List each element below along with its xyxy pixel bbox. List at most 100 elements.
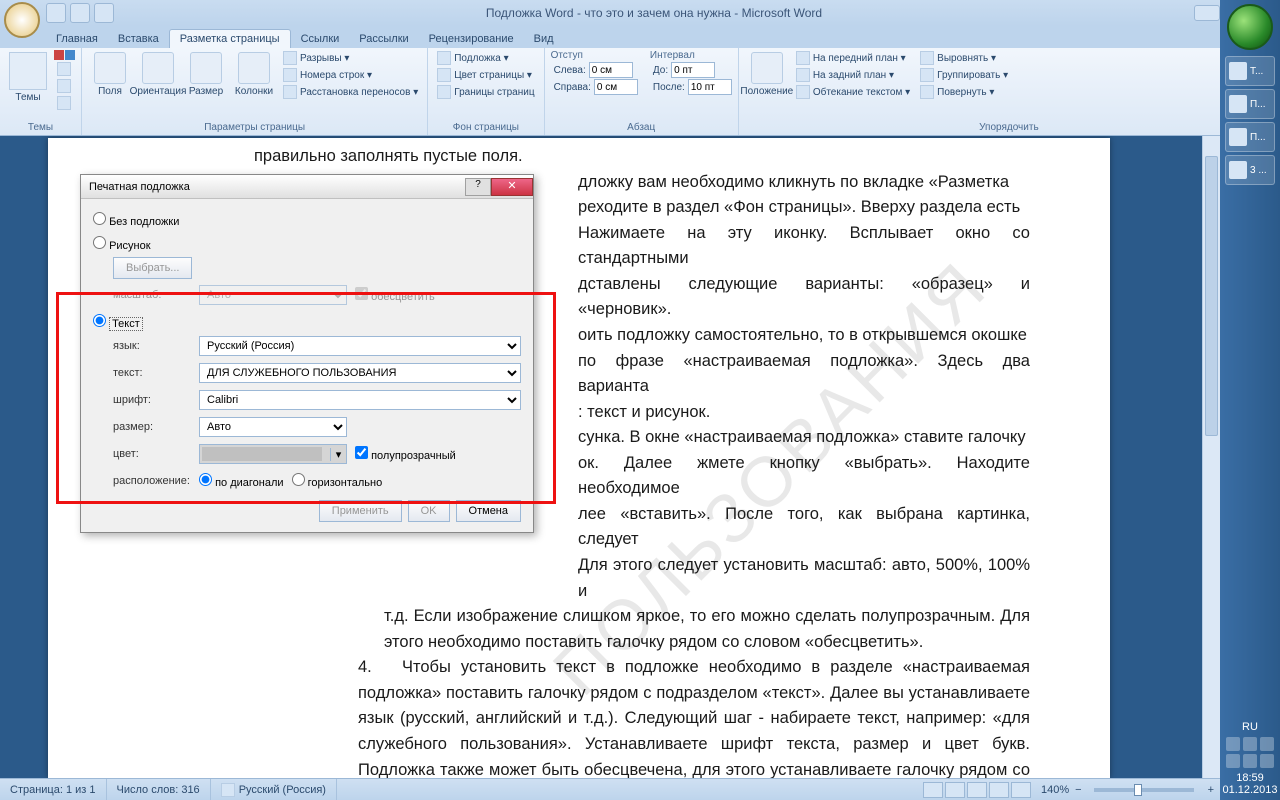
tray-icon[interactable]: [1260, 754, 1274, 768]
view-print-layout[interactable]: [923, 782, 943, 798]
tray-icon[interactable]: [1226, 737, 1240, 751]
view-draft[interactable]: [1011, 782, 1031, 798]
watermark-dialog: Печатная подложка ? ✕ Без подложки Рисун…: [80, 174, 534, 533]
group-button[interactable]: Группировать ▾: [917, 67, 1011, 83]
semitransparent-checkbox[interactable]: полупрозрачный: [355, 446, 456, 462]
clock[interactable]: 18:59 01.12.2013: [1222, 768, 1277, 800]
hyphenation-icon: [283, 85, 297, 99]
dialog-titlebar[interactable]: Печатная подложка ? ✕: [81, 175, 533, 199]
tab-insert[interactable]: Вставка: [108, 30, 169, 48]
orientation-icon: [142, 52, 174, 84]
theme-colors[interactable]: [54, 61, 75, 77]
text-wrap-button[interactable]: Обтекание текстом ▾: [793, 84, 913, 100]
tray-icon[interactable]: [1243, 754, 1257, 768]
rotate-button[interactable]: Повернуть ▾: [917, 84, 1011, 100]
indent-right-input[interactable]: [594, 79, 638, 95]
spacing-title: Интервал: [650, 50, 732, 61]
zoom-level[interactable]: 140%: [1041, 784, 1069, 796]
radio-text[interactable]: Текст: [93, 314, 143, 330]
radio-diagonal[interactable]: по диагонали: [199, 473, 284, 489]
group-icon: [920, 68, 934, 82]
columns-button[interactable]: Колонки: [232, 50, 276, 97]
margins-button[interactable]: Поля: [88, 50, 132, 97]
tray-icon[interactable]: [1243, 737, 1257, 751]
minimize-button[interactable]: [1194, 5, 1220, 21]
spellcheck-icon: [221, 783, 235, 797]
office-button[interactable]: [4, 2, 40, 38]
language-select[interactable]: Русский (Россия): [199, 336, 521, 356]
effects-icon: [57, 96, 71, 110]
text-select[interactable]: ДЛЯ СЛУЖЕБНОГО ПОЛЬЗОВАНИЯ: [199, 363, 521, 383]
start-button[interactable]: [1227, 4, 1273, 50]
space-after-input[interactable]: [688, 79, 732, 95]
send-back-button[interactable]: На задний план ▾: [793, 67, 913, 83]
zoom-in[interactable]: +: [1202, 784, 1220, 796]
theme-fonts[interactable]: [54, 78, 75, 94]
indent-title: Отступ: [551, 50, 638, 61]
view-outline[interactable]: [989, 782, 1009, 798]
tab-home[interactable]: Главная: [46, 30, 108, 48]
align-button[interactable]: Выровнять ▾: [917, 50, 1011, 66]
status-word-count[interactable]: Число слов: 316: [107, 779, 211, 800]
cancel-button[interactable]: Отмена: [456, 500, 521, 522]
language-indicator[interactable]: RU: [1242, 721, 1258, 733]
theme-effects[interactable]: [54, 95, 75, 111]
dialog-help-button[interactable]: ?: [465, 178, 491, 196]
radio-no-watermark[interactable]: Без подложки: [93, 212, 179, 228]
orientation-button[interactable]: Ориентация: [136, 50, 180, 97]
space-before-input[interactable]: [671, 62, 715, 78]
tab-page-layout[interactable]: Разметка страницы: [169, 29, 291, 48]
tab-mailings[interactable]: Рассылки: [349, 30, 418, 48]
position-icon: [751, 52, 783, 84]
taskbar-item[interactable]: П...: [1225, 89, 1275, 119]
zoom-out[interactable]: −: [1071, 784, 1085, 796]
colors-icon: [57, 62, 71, 76]
page-borders-button[interactable]: Границы страниц: [434, 84, 537, 100]
font-select[interactable]: Calibri: [199, 390, 521, 410]
page-color-button[interactable]: Цвет страницы ▾: [434, 67, 537, 83]
view-full-screen[interactable]: [945, 782, 965, 798]
dialog-close-button[interactable]: ✕: [491, 178, 533, 196]
taskbar-item[interactable]: Т...: [1225, 56, 1275, 86]
radio-picture[interactable]: Рисунок: [93, 236, 151, 252]
redo-icon[interactable]: [94, 3, 114, 23]
hyphenation-button[interactable]: Расстановка переносов ▾: [280, 84, 421, 100]
status-page[interactable]: Страница: 1 из 1: [0, 779, 107, 800]
watermark-button[interactable]: Подложка ▾: [434, 50, 537, 66]
undo-icon[interactable]: [70, 3, 90, 23]
size-button[interactable]: Размер: [184, 50, 228, 97]
breaks-button[interactable]: Разрывы ▾: [280, 50, 421, 66]
position-button[interactable]: Положение: [745, 50, 789, 97]
vertical-scrollbar[interactable]: [1202, 136, 1220, 778]
status-language[interactable]: Русский (Россия): [211, 779, 337, 800]
zoom-slider[interactable]: [1094, 788, 1194, 792]
ribbon-tabs: Главная Вставка Разметка страницы Ссылки…: [0, 26, 1280, 48]
line-numbers-button[interactable]: Номера строк ▾: [280, 67, 421, 83]
radio-horizontal[interactable]: горизонтально: [292, 473, 383, 489]
view-web-layout[interactable]: [967, 782, 987, 798]
app-icon: [1229, 62, 1247, 80]
fonts-icon: [57, 79, 71, 93]
size-select[interactable]: Авто: [199, 417, 347, 437]
color-select[interactable]: ▾: [199, 444, 347, 464]
tab-review[interactable]: Рецензирование: [419, 30, 524, 48]
tab-view[interactable]: Вид: [524, 30, 564, 48]
title-bar: Подложка Word - что это и зачем она нужн…: [0, 0, 1280, 26]
scrollbar-thumb[interactable]: [1205, 156, 1218, 436]
tab-references[interactable]: Ссылки: [291, 30, 350, 48]
tray-icon[interactable]: [1226, 754, 1240, 768]
rotate-icon: [920, 85, 934, 99]
apply-button: Применить: [319, 500, 402, 522]
taskbar-item[interactable]: 3 ...: [1225, 155, 1275, 185]
ok-button: OK: [408, 500, 450, 522]
themes-button[interactable]: Темы: [6, 50, 50, 103]
wrap-icon: [796, 85, 810, 99]
bring-front-button[interactable]: На передний план ▾: [793, 50, 913, 66]
save-icon[interactable]: [46, 3, 66, 23]
front-icon: [796, 51, 810, 65]
taskbar-item[interactable]: П...: [1225, 122, 1275, 152]
group-page-setup: Поля Ориентация Размер Колонки Разрывы ▾…: [82, 48, 428, 135]
indent-left-input[interactable]: [589, 62, 633, 78]
tray-icon[interactable]: [1260, 737, 1274, 751]
select-picture-button: Выбрать...: [113, 257, 192, 279]
